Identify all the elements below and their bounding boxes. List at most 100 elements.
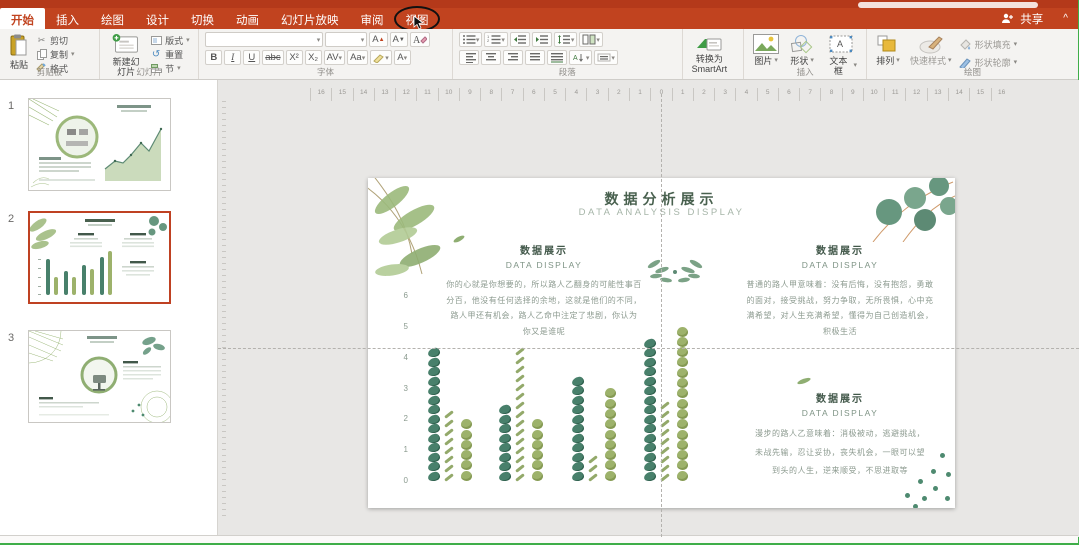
- ruler-number: 4: [735, 88, 756, 101]
- round-leaf-bar-leaf: [677, 429, 688, 440]
- superscript-button[interactable]: X²: [285, 50, 303, 65]
- copy-icon: [36, 47, 47, 61]
- round-leaf-bar-leaf: [677, 367, 688, 378]
- center-sprigs-decoration: [647, 259, 703, 283]
- highlight-color-button[interactable]: ▾: [370, 50, 392, 65]
- increase-indent-button[interactable]: [531, 32, 552, 47]
- y-axis-tick: 2: [403, 414, 408, 424]
- line-spacing-button[interactable]: ▾: [553, 32, 578, 47]
- align-right-button[interactable]: [502, 50, 523, 65]
- block-subheading: DATA DISPLAY: [505, 260, 583, 270]
- bold-button[interactable]: B: [205, 50, 223, 65]
- columns-button[interactable]: ▾: [579, 32, 603, 47]
- collapse-ribbon-icon[interactable]: ^: [1063, 13, 1068, 24]
- ribbon-tab-3[interactable]: 绘图: [90, 8, 135, 29]
- ribbon-tab-6[interactable]: 动画: [225, 8, 270, 29]
- dark-leaf-bar-leaf: [498, 470, 512, 482]
- stem-leaf-bar-leaf: [515, 437, 525, 446]
- cut-button[interactable]: ✂ 剪切: [36, 34, 75, 46]
- decrease-font-button[interactable]: A ▼: [389, 32, 408, 47]
- block-subheading: DATA DISPLAY: [801, 408, 879, 418]
- block-body: 你的心就是你想要的，所以路人乙翻身的可能性事百 分百，他没有任何选择的余地，这就是…: [446, 280, 642, 336]
- dark-leaf-bar-leaf: [427, 423, 441, 434]
- stem-leaf-bar-leaf: [444, 464, 454, 473]
- ruler-number: 2: [607, 88, 629, 101]
- ribbon-tab-row: 开始 插入 绘图 设计 切换 动画 幻灯片放映 审阅 视图 共享 ^: [0, 5, 1078, 32]
- horizontal-guide[interactable]: [218, 348, 1079, 349]
- increase-font-button[interactable]: A ▲: [369, 32, 388, 47]
- italic-button[interactable]: I: [224, 50, 242, 65]
- distribute-button[interactable]: [546, 50, 567, 65]
- align-text-button[interactable]: ▾: [594, 50, 618, 65]
- layout-button[interactable]: 版式 ▾: [150, 34, 190, 46]
- font-name-combobox[interactable]: ▾: [205, 32, 324, 47]
- paragraph-group: ▾ 1 2 ▾ ▾ ▾ A ▾ ▾ 段落: [451, 29, 682, 79]
- convert-smartart-button[interactable]: 转换为 SmartArt: [689, 32, 731, 79]
- font-group-label: 字体: [317, 67, 335, 77]
- ruler-number: 12: [395, 88, 416, 101]
- text-block-3[interactable]: 数据展示 DATA DISPLAY 漫步的路人乙意味着：消极被动，逃避挑战， 未战…: [734, 390, 946, 481]
- thumbnail-3-preview: [29, 331, 170, 422]
- slide-thumbnail-2-selected[interactable]: 2: [8, 211, 206, 304]
- dark-leaf-bar-leaf: [427, 451, 441, 463]
- block-heading: 数据展示: [520, 246, 568, 257]
- text-block-1[interactable]: 数据展示 DATA DISPLAY 你的心就是你想要的，所以路人乙翻身的可能性事…: [446, 242, 642, 339]
- dark-leaf-bar-leaf: [643, 461, 657, 472]
- dark-leaf-bar-leaf: [571, 432, 585, 444]
- y-axis-tick: 5: [403, 322, 408, 331]
- dark-leaf-bar-leaf: [571, 413, 585, 425]
- stem-leaf-bar-leaf: [515, 455, 525, 464]
- round-leaf-bar-leaf: [605, 419, 616, 430]
- font-size-combobox[interactable]: ▾: [325, 32, 368, 47]
- slide-thumbnail-1[interactable]: 1: [8, 98, 206, 191]
- ribbon-tab-5[interactable]: 切换: [180, 8, 225, 29]
- align-left-button[interactable]: [458, 50, 479, 65]
- reset-button[interactable]: ↺ 重置: [150, 48, 190, 60]
- dark-leaf-bar-leaf: [643, 375, 657, 387]
- vertical-ruler[interactable]: [222, 101, 226, 521]
- stem-leaf-bar-leaf: [588, 464, 598, 473]
- strikethrough-button[interactable]: abc: [262, 50, 284, 65]
- change-case-button[interactable]: Aa ▾: [347, 50, 369, 65]
- numbering-button[interactable]: 12 ▾: [484, 32, 508, 47]
- subscript-button[interactable]: X₂: [304, 50, 322, 65]
- svg-text:A: A: [413, 35, 421, 45]
- block-subheading: DATA DISPLAY: [801, 260, 879, 270]
- font-group: ▾ ▾ A ▲ A ▼ A B I Uabc X² X₂ AV ▾ Aa ▾ ▾ A ▾ 字体: [198, 29, 452, 79]
- ribbon-tab-1[interactable]: 开始: [0, 8, 45, 29]
- round-leaf-bar-leaf: [677, 378, 688, 388]
- shape-fill-button[interactable]: 形状填充 ▾: [959, 38, 1017, 50]
- stem-leaf-bar-leaf: [515, 356, 525, 365]
- text-block-2[interactable]: 数据展示 DATA DISPLAY 普通的路人甲意味着：没有后悔，没有抱怨，勇敢…: [740, 242, 940, 339]
- stem-leaf-bar-leaf: [588, 455, 598, 464]
- underline-button[interactable]: U: [243, 50, 261, 65]
- clear-formatting-button[interactable]: A: [409, 32, 430, 47]
- ruler-number: 15: [331, 88, 352, 101]
- arrange-icon: [877, 35, 896, 52]
- svg-text:A: A: [573, 55, 578, 62]
- editing-canvas[interactable]: 16 15 14 13 12 11 10 9 8 7 6 5 4 3 2 1 0 1 2 3 4 5 6 7 8 9 10 11 12 1…: [218, 80, 1079, 537]
- ribbon-tab-9[interactable]: 视图: [394, 5, 440, 32]
- character-spacing-button[interactable]: AV ▾: [323, 50, 346, 65]
- share-button[interactable]: 共享: [1020, 11, 1043, 27]
- ruler-number: 11: [416, 88, 437, 101]
- block-body: 漫步的路人乙意味着：消极被动，逃避挑战， 未战先输，忍让妥协，丧失机会，一眼可以望…: [755, 429, 925, 475]
- align-center-button[interactable]: [480, 50, 501, 65]
- ruler-number: 16: [310, 88, 331, 101]
- ribbon-tab-4[interactable]: 设计: [135, 8, 180, 29]
- stem-leaf-bar-leaf: [515, 464, 525, 473]
- ribbon-tab-2[interactable]: 插入: [45, 8, 90, 29]
- decoration-dot: [918, 479, 923, 484]
- slide-thumbnail-3[interactable]: 3: [8, 330, 206, 423]
- bullets-button[interactable]: ▾: [458, 32, 483, 47]
- decoration-dot: [922, 496, 927, 501]
- justify-button[interactable]: [524, 50, 545, 65]
- copy-button[interactable]: 复制 ▾: [36, 48, 75, 60]
- text-direction-button[interactable]: A ▾: [568, 50, 593, 65]
- ribbon-tab-8[interactable]: 审阅: [350, 8, 395, 29]
- y-axis-tick: 1: [403, 445, 408, 455]
- vertical-guide[interactable]: [661, 94, 662, 537]
- highlight-button[interactable]: A ▾: [393, 50, 411, 65]
- decrease-indent-button[interactable]: [509, 32, 530, 47]
- ribbon-tab-7[interactable]: 幻灯片放映: [270, 8, 350, 29]
